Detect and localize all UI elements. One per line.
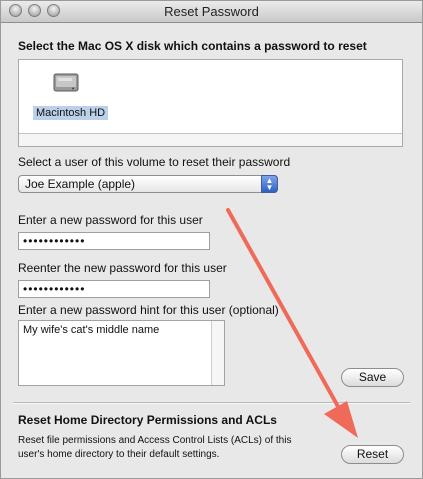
new-password-label: Enter a new password for this user <box>18 213 203 227</box>
acl-description: Reset file permissions and Access Contro… <box>18 435 292 460</box>
password-hint-text: My wife's cat's middle name <box>23 324 160 336</box>
new-password-field[interactable]: •••••••••••• <box>18 232 210 250</box>
popup-arrows-icon[interactable]: ▲ ▼ <box>261 175 278 193</box>
reenter-password-label: Reenter the new password for this user <box>18 261 227 275</box>
acl-section-heading: Reset Home Directory Permissions and ACL… <box>18 413 277 427</box>
disk-list-scrollbar[interactable] <box>19 133 402 146</box>
disk-list[interactable]: Macintosh HD <box>18 59 403 147</box>
password-hint-field[interactable]: My wife's cat's middle name <box>18 320 225 386</box>
hint-scrollbar[interactable] <box>211 321 224 385</box>
password-hint-label: Enter a new password hint for this user … <box>18 303 279 317</box>
user-popup-button[interactable]: Joe Example (apple) ▲ ▼ <box>18 175 278 193</box>
reset-button[interactable]: Reset <box>341 445 404 464</box>
reset-password-window: Reset Password Select the Mac OS X disk … <box>0 0 423 479</box>
window-title: Reset Password <box>164 4 259 19</box>
title-bar: Reset Password <box>1 1 422 23</box>
user-select-label: Select a user of this volume to reset th… <box>18 155 291 169</box>
hard-drive-icon[interactable] <box>53 69 79 95</box>
disk-section-heading: Select the Mac OS X disk which contains … <box>18 39 367 53</box>
disk-item-macintosh-hd[interactable]: Macintosh HD <box>33 106 109 120</box>
section-divider <box>13 402 410 404</box>
user-popup-value: Joe Example (apple) <box>25 177 136 191</box>
reenter-password-field[interactable]: •••••••••••• <box>18 280 210 298</box>
save-button[interactable]: Save <box>341 368 404 387</box>
